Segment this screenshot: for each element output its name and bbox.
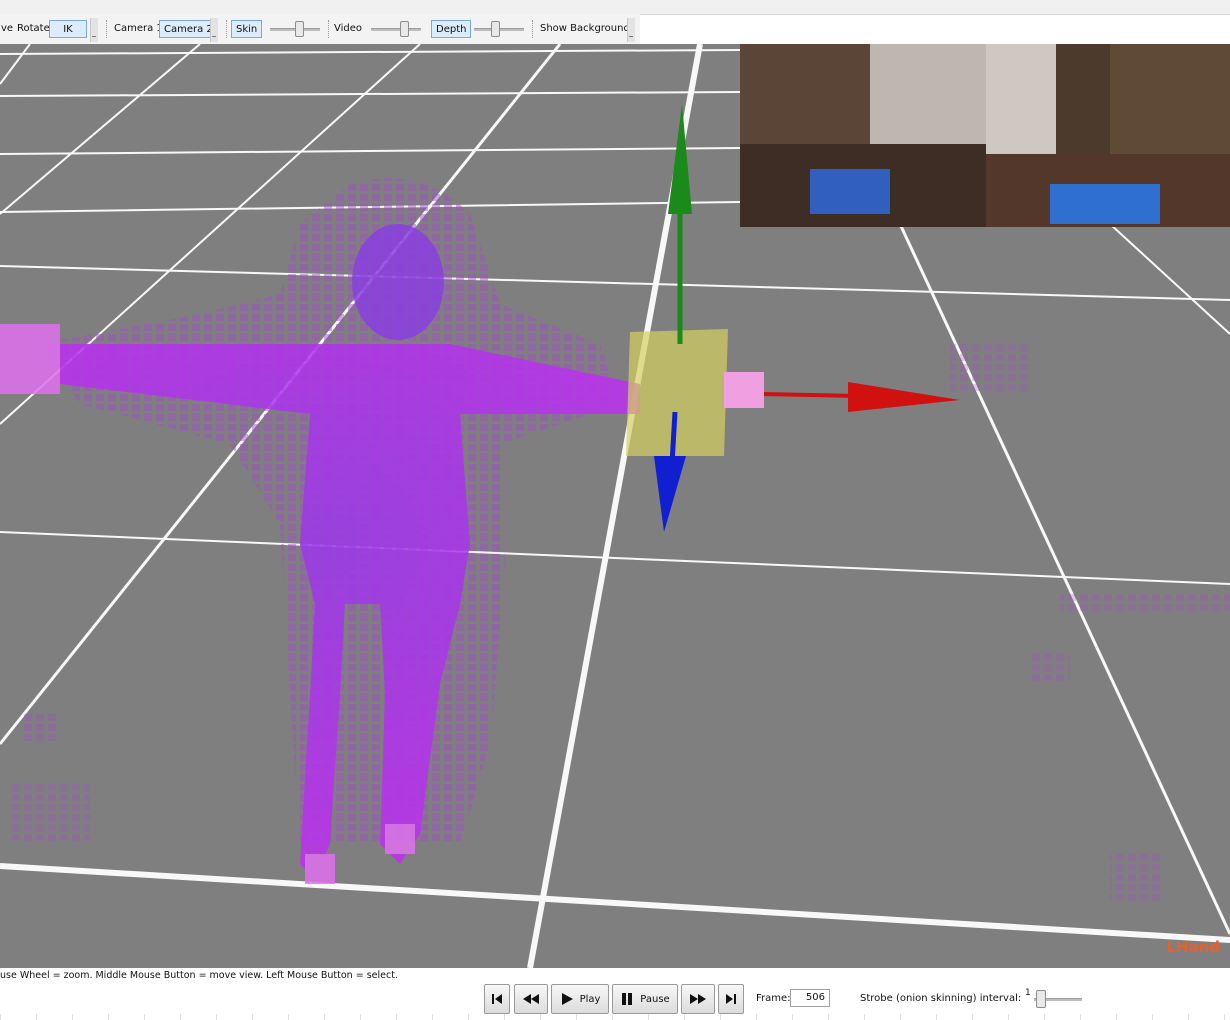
z-axis-arrow-icon[interactable]: [654, 456, 686, 532]
toolbar: ve Rotate IK Camera 1 Camera 2 Skin Vide…: [0, 14, 640, 45]
selected-hand-joint[interactable]: [724, 372, 764, 408]
toolbar-separator: [226, 20, 227, 38]
skip-to-end-button[interactable]: [718, 984, 744, 1014]
ik-button[interactable]: IK: [49, 20, 87, 38]
skip-to-end-icon: [726, 994, 736, 1004]
gizmo-selection-box[interactable]: [626, 329, 728, 456]
x-axis-arrow-icon[interactable]: [848, 382, 960, 412]
show-background-button[interactable]: Show Background: [536, 20, 634, 38]
play-label: Play: [579, 993, 601, 1005]
video-button[interactable]: Video: [330, 20, 366, 38]
pause-icon: [622, 993, 633, 1005]
fast-forward-icon: [690, 994, 706, 1004]
strobe-interval-label: Strobe (onion skinning) interval:: [860, 993, 1022, 1004]
toolbar-separator: [328, 20, 329, 38]
rewind-button[interactable]: [514, 984, 548, 1014]
status-bar-hint: use Wheel = zoom. Middle Mouse Button = …: [0, 968, 1230, 984]
camera-video-thumbnails: [740, 44, 1230, 227]
skin-opacity-slider[interactable]: [270, 20, 320, 38]
depth-opacity-slider[interactable]: [474, 20, 524, 38]
fast-forward-button[interactable]: [681, 984, 715, 1014]
slider-thumb[interactable]: [491, 21, 500, 37]
3d-viewport[interactable]: LHand: [0, 44, 1230, 968]
camera-2-button[interactable]: Camera 2: [159, 20, 218, 38]
play-button[interactable]: Play: [551, 984, 609, 1014]
rotate-button[interactable]: Rotate: [17, 14, 50, 44]
skip-to-start-button[interactable]: [484, 984, 510, 1014]
selected-joint-label: LHand: [1166, 938, 1220, 956]
pause-label: Pause: [640, 993, 670, 1005]
timeline-ticks: [0, 1014, 1230, 1020]
playback-bar: Play Pause Frame: 506 Strobe (onion skin…: [0, 984, 1230, 1020]
toolbar-overflow-grip[interactable]: [210, 18, 218, 42]
frame-number-input[interactable]: 506: [790, 989, 830, 1007]
slider-thumb[interactable]: [295, 21, 304, 37]
play-icon: [561, 993, 573, 1005]
x-axis-handle[interactable]: [759, 392, 861, 398]
slider-thumb[interactable]: [1036, 990, 1046, 1008]
strobe-interval-value: 1: [1025, 988, 1031, 998]
toolbar-separator: [532, 20, 533, 38]
camera-video-preview: [740, 44, 1230, 227]
toolbar-separator: [106, 20, 107, 38]
slider-track: [371, 28, 421, 31]
frame-label: Frame:: [756, 993, 791, 1004]
pause-button[interactable]: Pause: [612, 984, 678, 1014]
toolbar-overflow-grip[interactable]: [627, 18, 635, 42]
skin-button[interactable]: Skin: [231, 20, 263, 38]
video-opacity-slider[interactable]: [371, 20, 421, 38]
move-button[interactable]: ve: [1, 14, 13, 44]
toolbar-overflow-grip[interactable]: [90, 18, 98, 42]
strobe-interval-slider[interactable]: [1034, 988, 1082, 1010]
rewind-icon: [523, 994, 539, 1004]
window-top-strip: [0, 0, 1230, 15]
slider-thumb[interactable]: [400, 21, 409, 37]
skip-to-start-icon: [492, 994, 502, 1004]
depth-button[interactable]: Depth: [431, 20, 472, 38]
